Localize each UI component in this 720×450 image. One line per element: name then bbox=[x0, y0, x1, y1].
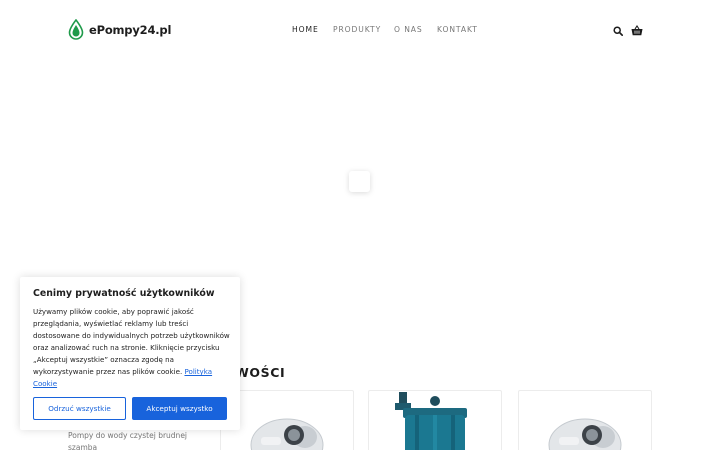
nav-home[interactable]: HOME bbox=[292, 25, 319, 34]
cookie-banner: Cenimy prywatność użytkowników Używamy p… bbox=[20, 277, 240, 430]
reject-all-button[interactable]: Odrzuć wszystkie bbox=[33, 397, 126, 420]
product-image bbox=[395, 392, 467, 450]
cookie-title: Cenimy prywatność użytkowników bbox=[33, 288, 215, 299]
product-title[interactable]: Pompy do wody czystej brudnej szamba bbox=[68, 430, 208, 450]
main-nav: HOME PRODUKTY O NAS KONTAKT bbox=[0, 25, 720, 37]
section-title: WOŚCI bbox=[235, 365, 286, 380]
nav-o-nas[interactable]: O NAS bbox=[394, 25, 423, 34]
product-card[interactable] bbox=[220, 390, 354, 450]
product-card[interactable] bbox=[368, 390, 502, 450]
cart-icon[interactable] bbox=[631, 25, 643, 36]
cookie-text: Używamy plików cookie, aby poprawić jako… bbox=[33, 306, 233, 390]
cookie-description: Używamy plików cookie, aby poprawić jako… bbox=[33, 307, 230, 376]
search-icon[interactable] bbox=[613, 26, 623, 36]
nav-kontakt[interactable]: KONTAKT bbox=[437, 25, 478, 34]
nav-produkty[interactable]: PRODUKTY bbox=[333, 25, 381, 34]
accept-all-button[interactable]: Akceptuj wszystko bbox=[132, 397, 227, 420]
product-card[interactable] bbox=[518, 390, 652, 450]
product-image bbox=[548, 418, 622, 450]
slider-loader bbox=[349, 171, 370, 192]
product-image bbox=[250, 418, 324, 450]
